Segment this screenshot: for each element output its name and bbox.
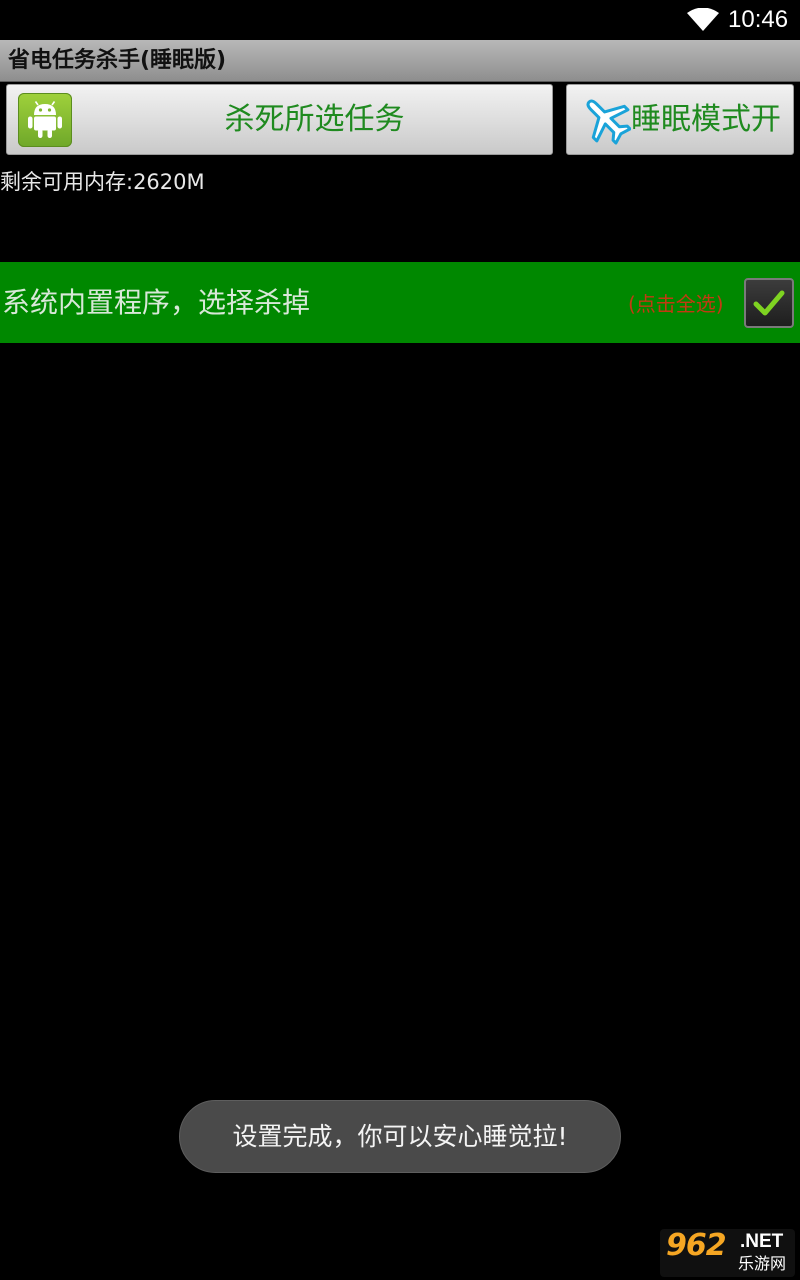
title-bar: 省电任务杀手(睡眠版)	[0, 40, 800, 82]
wifi-icon	[687, 8, 719, 31]
select-all-hint[interactable]: (点击全选)	[628, 262, 724, 346]
system-apps-row[interactable]: 系统内置程序，选择杀掉 (点击全选)	[0, 262, 800, 343]
free-memory-text: 剩余可用内存:2620M	[0, 170, 205, 194]
sleep-button-label: 睡眠模式开	[631, 102, 781, 137]
android-icon	[18, 93, 72, 147]
watermark-number: 962	[666, 1228, 727, 1263]
app-title: 省电任务杀手(睡眠版)	[8, 48, 227, 73]
watermark-suffix: .NET	[740, 1231, 784, 1252]
toast-message: 设置完成，你可以安心睡觉拉!	[179, 1100, 621, 1173]
airplane-icon	[586, 99, 631, 145]
kill-button-label: 杀死所选任务	[224, 102, 405, 137]
checkmark-icon	[753, 290, 785, 316]
kill-selected-tasks-button[interactable]: 杀死所选任务	[6, 84, 553, 155]
site-watermark: 962 .NET 乐游网	[660, 1229, 795, 1277]
sleep-mode-button[interactable]: 睡眠模式开	[566, 84, 794, 155]
phone-screen: 10:46 省电任务杀手(睡眠版) 杀死所选任务 睡眠模式开 剩余可用内存:26…	[0, 0, 800, 1280]
watermark-subtitle: 乐游网	[738, 1254, 787, 1273]
select-all-checkbox[interactable]	[744, 278, 794, 328]
status-bar: 10:46	[0, 0, 800, 40]
status-time: 10:46	[728, 6, 789, 33]
system-apps-label: 系统内置程序，选择杀掉	[2, 286, 311, 319]
